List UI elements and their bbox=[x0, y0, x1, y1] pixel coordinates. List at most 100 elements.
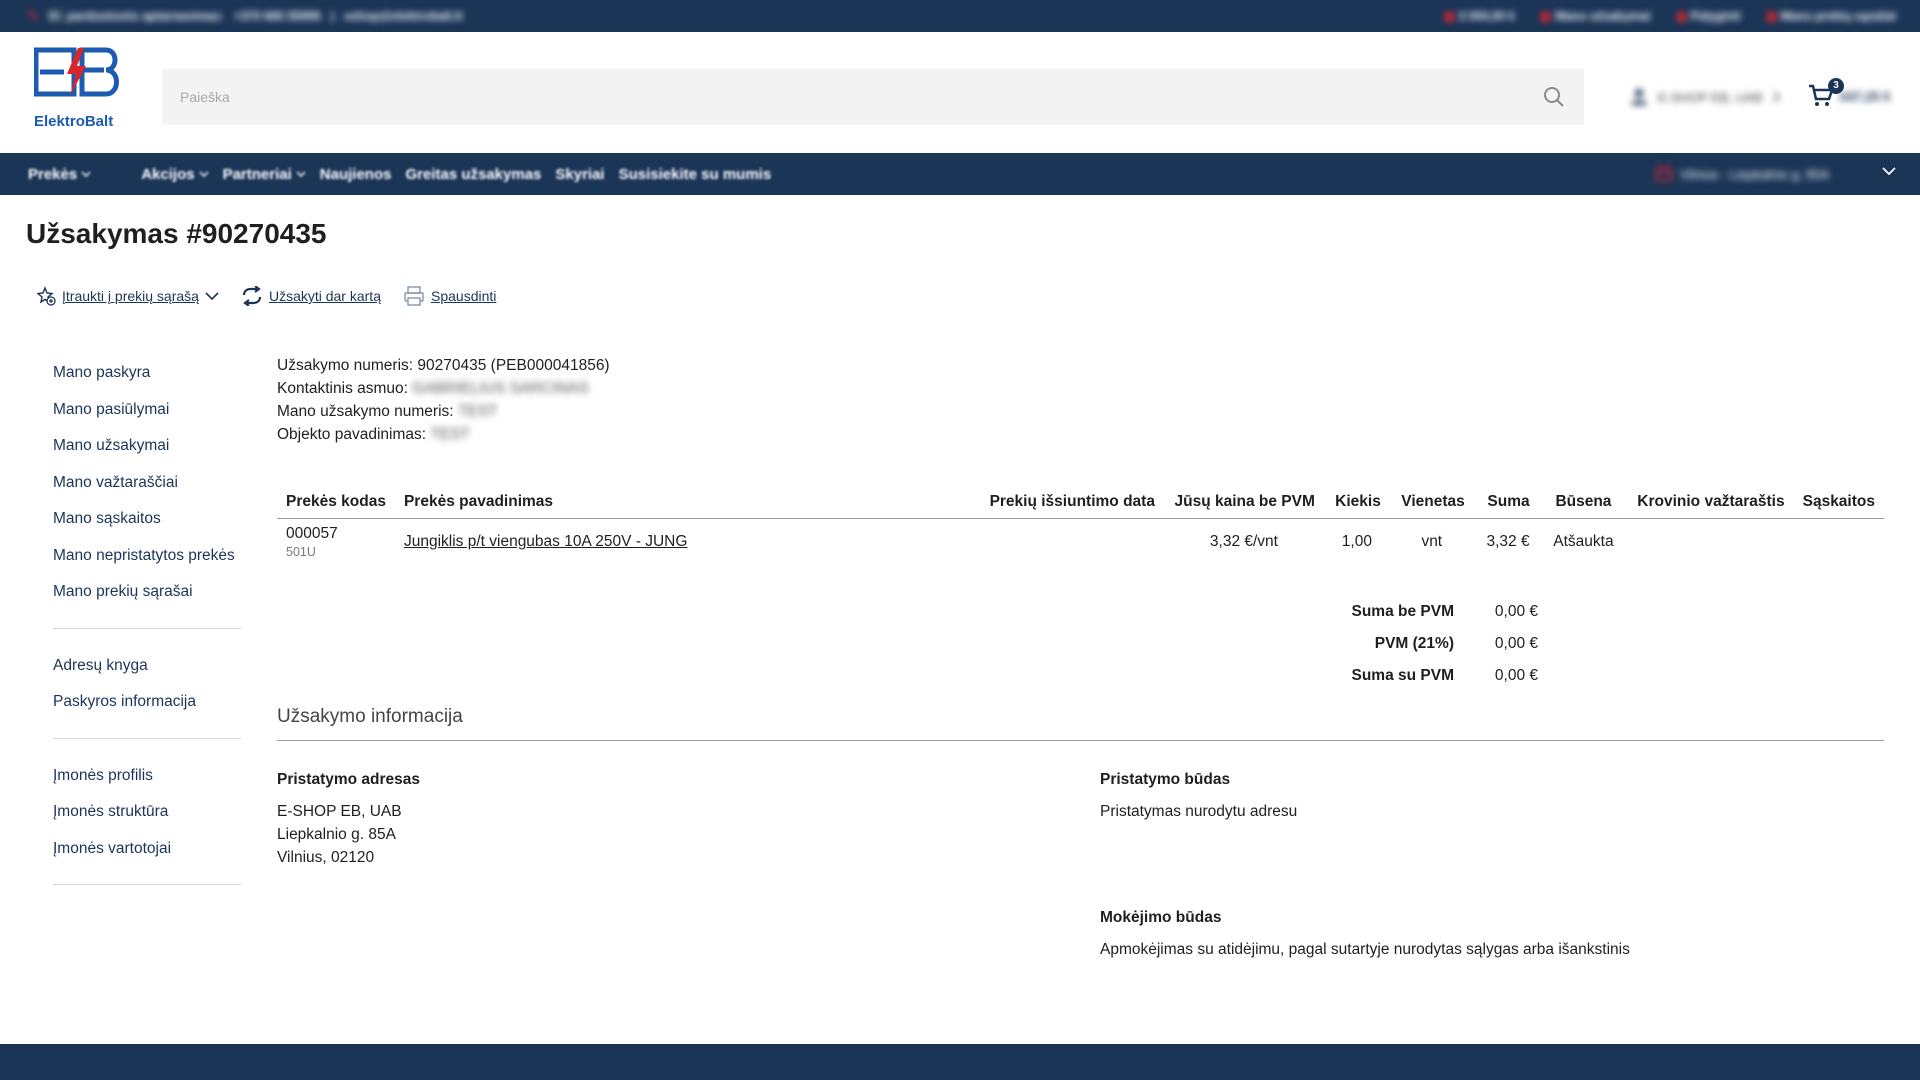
print-button[interactable]: Spausdinti bbox=[403, 285, 496, 307]
nav-item-promotions[interactable]: Akcijos bbox=[141, 166, 209, 183]
col-header-name: Prekės pavadinimas bbox=[394, 486, 981, 519]
nav-item-label: Susisiekite su mumis bbox=[618, 165, 772, 183]
chevron-down-icon bbox=[199, 171, 209, 177]
address-line: E-SHOP EB, UAB bbox=[277, 803, 402, 820]
cell-code: 000057 501U bbox=[277, 518, 395, 566]
nav-items: Prekės Akcijos Partneriai Naujienos Grei… bbox=[28, 153, 771, 195]
col-header-code: Prekės kodas bbox=[277, 486, 395, 519]
sidebar-divider bbox=[53, 737, 241, 739]
svg-text:ElektroBalt: ElektroBalt bbox=[34, 113, 113, 130]
gross-label: Suma su PVM bbox=[1351, 667, 1455, 684]
store-selector-content: Vilnius - Liepkalnio g. 85A bbox=[1656, 167, 1829, 182]
vat-label: PVM (21%) bbox=[1374, 635, 1454, 652]
user-icon bbox=[1631, 89, 1647, 105]
chevron-down-icon bbox=[205, 291, 219, 300]
account-menu[interactable]: E-SHOP EB, UAB bbox=[1630, 80, 1781, 114]
email-link[interactable]: eshop@elektrobalt.lt bbox=[344, 9, 462, 23]
search-input[interactable] bbox=[162, 69, 1522, 125]
item-code-sub: 501U bbox=[286, 544, 316, 559]
order-actions: Įtraukti į prekių sąrašą Užsakyti dar ka… bbox=[36, 284, 518, 308]
sidebar-item-address-book[interactable]: Adresų knyga bbox=[53, 653, 241, 690]
phone-number[interactable]: +370 665 55995 bbox=[234, 9, 321, 23]
my-order-number-label: Mano užsakymo numeris: bbox=[277, 403, 454, 420]
sidebar-item-company-structure[interactable]: Įmonės struktūra bbox=[53, 799, 241, 836]
reorder-button[interactable]: Užsakyti dar kartą bbox=[241, 286, 381, 306]
col-header-status: Būsena bbox=[1538, 486, 1629, 519]
sidebar-item-my-orders[interactable]: Mano užsakymai bbox=[53, 433, 241, 470]
contact-person-label: Kontaktinis asmuo: bbox=[277, 380, 408, 397]
nav-item-quick-order[interactable]: Greitas užsakymas bbox=[405, 166, 541, 183]
cell-price: 3,32 €/vnt bbox=[1209, 532, 1278, 550]
sidebar-item-company-profile[interactable]: Įmonės profilis bbox=[53, 763, 241, 800]
cell-status: Atšaukta bbox=[1553, 532, 1614, 550]
nav-item-contact[interactable]: Susisiekite su mumis bbox=[619, 166, 772, 183]
net-value: 0,00 € bbox=[1494, 603, 1538, 620]
list-icon bbox=[1766, 11, 1776, 22]
col-header-invoices: Sąskaitos bbox=[1793, 486, 1884, 519]
my-order-number-value: TEST bbox=[457, 403, 498, 420]
print-label: Spausdinti bbox=[431, 288, 497, 304]
delivery-method-title: Pristatymo būdas bbox=[1100, 771, 1231, 788]
delivery-method-value: Pristatymas nurodytu adresu bbox=[1100, 803, 1298, 820]
my-orders-link[interactable]: Mano užsakymai bbox=[1541, 9, 1651, 23]
site-footer bbox=[0, 1044, 1920, 1080]
delivery-address-title: Pristatymo adresas bbox=[277, 771, 421, 788]
sidebar-item-account-info[interactable]: Paskyros informacija bbox=[53, 689, 241, 726]
object-name-line: Objekto pavadinimas: TEST bbox=[277, 423, 610, 446]
sidebar-item-my-waybills[interactable]: Mano važtaraščiai bbox=[53, 470, 241, 507]
col-header-waybill: Krovinio važtaraštis bbox=[1628, 486, 1794, 519]
sidebar-item-my-lists[interactable]: Mano prekių sąrašai bbox=[53, 579, 241, 616]
col-header-qty: Kiekis bbox=[1323, 486, 1390, 519]
account-sidebar: Mano paskyra Mano pasiūlymai Mano užsaky… bbox=[53, 360, 241, 909]
my-order-number-line: Mano užsakymo numeris: TEST bbox=[277, 400, 610, 423]
sidebar-item-my-offers[interactable]: Mano pasiūlymai bbox=[53, 397, 241, 434]
sidebar-item-my-invoices[interactable]: Mano sąskaitos bbox=[53, 506, 241, 543]
delivery-method-block: Pristatymo būdas Pristatymas nurodytu ad… bbox=[1100, 768, 1297, 823]
order-summary-info: Užsakymo numeris: 90270435 (PEB000041856… bbox=[277, 354, 610, 446]
col-header-unit: Vienetas bbox=[1389, 486, 1474, 519]
store-name: Vilnius - Liepkalnio g. 85A bbox=[1680, 166, 1830, 182]
address-line: Liepkalnio g. 85A bbox=[277, 826, 396, 843]
nav-item-products[interactable]: Prekės bbox=[28, 166, 91, 183]
cell-unit: vnt bbox=[1421, 532, 1443, 550]
my-orders-label: Mano užsakymai bbox=[1555, 9, 1651, 23]
sidebar-item-company-users[interactable]: Įmonės vartotojai bbox=[53, 836, 241, 873]
store-icon bbox=[1656, 167, 1672, 181]
contact-person-line: Kontaktinis asmuo: GABRIELIUS SARCINAS bbox=[277, 377, 610, 400]
net-label: Suma be PVM bbox=[1351, 603, 1455, 620]
add-to-list-button[interactable]: Įtraukti į prekių sąrašą bbox=[36, 286, 219, 306]
credit-limit[interactable]: 3 000,00 € bbox=[1444, 9, 1516, 23]
top-divider: | bbox=[330, 9, 335, 23]
chevron-right-icon bbox=[1772, 91, 1780, 103]
top-bar-links: 3 000,00 € Mano užsakymai Palyginti Mano… bbox=[1444, 0, 1896, 32]
payment-method-value: Apmokėjimas su atidėjimu, pagal sutartyj… bbox=[1100, 941, 1630, 958]
sidebar-divider bbox=[53, 627, 241, 629]
credit-limit-label: 3 000,00 € bbox=[1458, 9, 1516, 23]
product-link[interactable]: Jungiklis p/t viengubas 10A 250V - JUNG bbox=[404, 533, 687, 550]
sidebar-item-undelivered[interactable]: Mano nepristatytos prekės bbox=[53, 543, 241, 580]
my-lists-link[interactable]: Mano prekių sąrašai bbox=[1766, 9, 1896, 23]
object-name-value: TEST bbox=[430, 426, 470, 443]
star-add-icon bbox=[36, 286, 56, 306]
nav-item-departments[interactable]: Skyriai bbox=[555, 166, 604, 183]
table-row: 000057 501U Jungiklis p/t viengubas 10A 2… bbox=[277, 518, 1884, 566]
elektrobalt-logo[interactable]: ElektroBalt bbox=[33, 46, 124, 134]
cell-sum: 3,32 € bbox=[1486, 532, 1530, 550]
search-button[interactable] bbox=[1524, 69, 1584, 125]
chevron-down-icon bbox=[296, 171, 306, 177]
store-selector[interactable]: Vilnius - Liepkalnio g. 85A bbox=[1656, 153, 1896, 195]
cell-ship-date bbox=[981, 518, 1164, 566]
compare-link[interactable]: Palyginti bbox=[1676, 9, 1741, 23]
top-bar-contacts: El. parduotuvės aptarnavimas: +370 665 5… bbox=[28, 0, 463, 32]
compare-label: Palyginti bbox=[1690, 9, 1741, 23]
address-line: Vilnius, 02120 bbox=[277, 849, 375, 866]
totals-row-vat: PVM (21%) 0,00 € bbox=[1300, 628, 1552, 660]
orders-icon bbox=[1541, 11, 1551, 22]
sidebar-divider bbox=[53, 884, 241, 885]
main-navigation: Prekės Akcijos Partneriai Naujienos Grei… bbox=[0, 153, 1920, 195]
nav-item-news[interactable]: Naujienos bbox=[320, 166, 392, 183]
search-bar bbox=[162, 69, 1584, 125]
cart-button[interactable]: 3 647,25 € bbox=[1808, 76, 1891, 116]
nav-item-partners[interactable]: Partneriai bbox=[223, 166, 306, 183]
sidebar-item-my-account[interactable]: Mano paskyra bbox=[53, 360, 241, 397]
